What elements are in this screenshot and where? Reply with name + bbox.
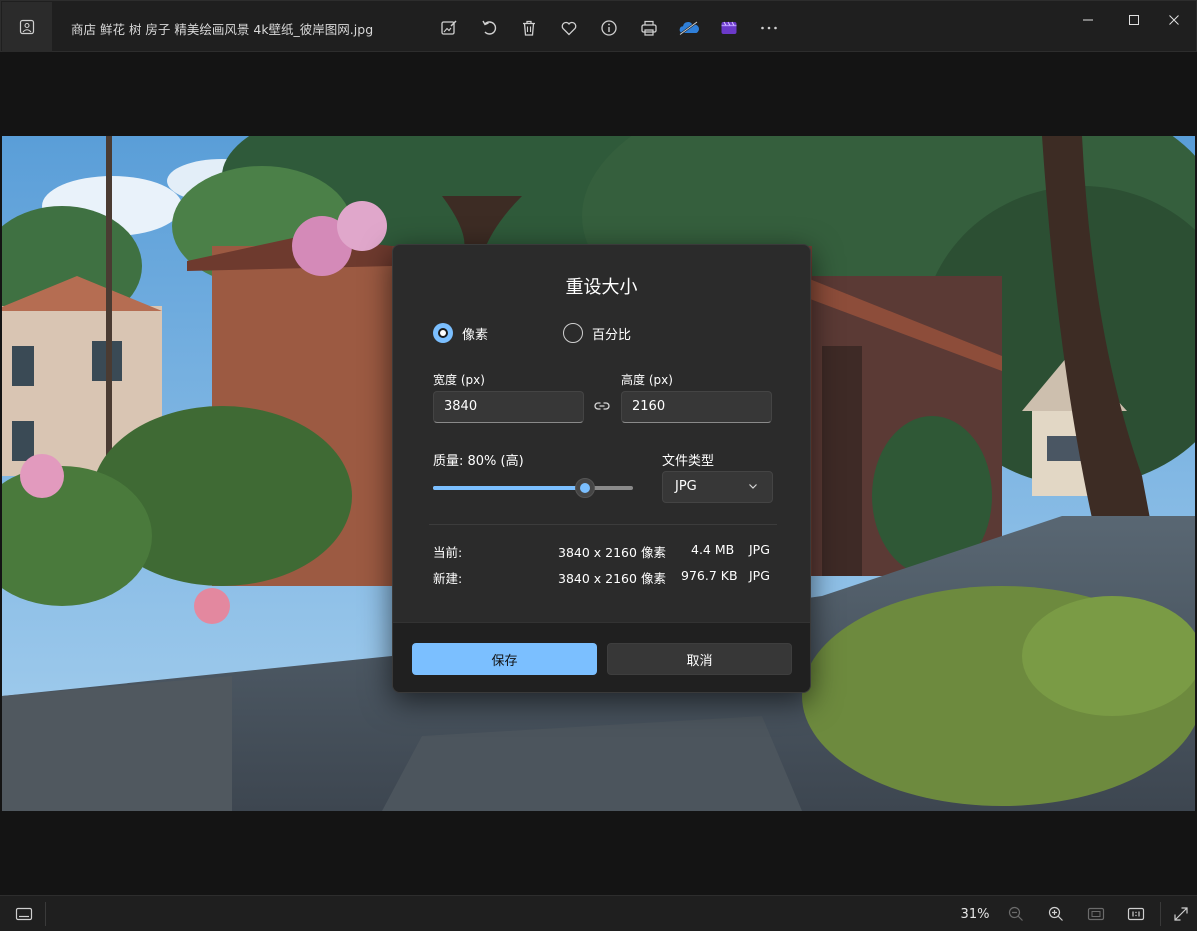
resize-dialog: 重设大小 像素 百分比 宽度 (px) 3840 高度 (px) 2160 质量… <box>392 244 811 693</box>
save-button[interactable]: 保存 <box>412 643 597 675</box>
divider <box>429 524 777 525</box>
onedrive-icon <box>679 21 699 36</box>
height-label: 高度 (px) <box>621 373 673 387</box>
link-aspect-ratio-icon[interactable] <box>594 399 610 413</box>
current-size: 4.4 MB <box>691 542 735 557</box>
edit-image-button[interactable] <box>429 15 469 41</box>
dialog-title: 重设大小 <box>565 277 638 298</box>
quality-slider-thumb[interactable] <box>575 478 595 498</box>
actual-size-button[interactable] <box>1125 905 1147 923</box>
filetype-select[interactable]: JPG <box>662 471 773 503</box>
radio-pixels[interactable]: 像素 <box>433 323 488 343</box>
favorite-heart-icon <box>561 21 577 36</box>
quality-label: 质量: 80% (高) <box>433 454 524 469</box>
delete-icon <box>523 20 535 36</box>
zoom-in-icon <box>1048 906 1063 921</box>
zoom-out-button[interactable] <box>1005 905 1027 923</box>
radio-percent[interactable]: 百分比 <box>563 323 631 343</box>
zoom-level[interactable]: 31% <box>955 905 995 923</box>
minimize-icon <box>1083 19 1093 21</box>
app-icon[interactable] <box>2 2 52 52</box>
zoom-out-icon <box>1008 906 1023 921</box>
width-label: 宽度 (px) <box>433 373 485 387</box>
rotate-button[interactable] <box>469 15 509 41</box>
new-size: 976.7 KB <box>681 568 738 583</box>
print-button[interactable] <box>629 15 669 41</box>
filetype-label: 文件类型 <box>662 454 715 469</box>
delete-button[interactable] <box>509 15 549 41</box>
filmstrip-icon <box>15 907 33 921</box>
rotate-icon <box>482 20 497 35</box>
fullscreen-expand-icon <box>1174 907 1188 921</box>
print-icon <box>641 20 657 36</box>
close-icon <box>1169 15 1179 25</box>
filetype-value: JPG <box>675 479 697 494</box>
toolbar <box>429 15 789 41</box>
filmstrip-toggle-button[interactable] <box>12 905 36 923</box>
dialog-footer: 保存 取消 <box>393 622 810 692</box>
actual-size-icon <box>1127 907 1145 921</box>
clipchamp-button[interactable] <box>709 15 749 41</box>
fullscreen-button[interactable] <box>1170 905 1192 923</box>
quality-slider-fill <box>433 486 585 490</box>
more-icon <box>761 26 777 30</box>
chevron-down-icon <box>749 484 757 489</box>
quality-slider[interactable] <box>433 486 633 490</box>
info-icon <box>601 20 617 36</box>
status-separator <box>1160 902 1161 926</box>
new-label: 新建: <box>433 571 463 586</box>
more-options-button[interactable] <box>749 15 789 41</box>
cancel-button[interactable]: 取消 <box>607 643 792 675</box>
radio-percent-indicator[interactable] <box>563 323 583 343</box>
maximize-icon <box>1129 15 1139 25</box>
fit-window-icon <box>1087 907 1105 921</box>
new-info-row: 新建: 3840 x 2160 像素 976.7 KB JPG <box>433 568 773 586</box>
radio-pixels-indicator[interactable] <box>433 323 453 343</box>
status-bar: 31% <box>0 895 1197 931</box>
radio-percent-label: 百分比 <box>592 327 632 343</box>
zoom-in-button[interactable] <box>1045 905 1067 923</box>
radio-pixels-label: 像素 <box>462 327 489 343</box>
onedrive-button[interactable] <box>669 15 709 41</box>
new-dimensions: 3840 x 2160 像素 <box>558 571 666 586</box>
current-dimensions: 3840 x 2160 像素 <box>558 545 666 560</box>
file-info-button[interactable] <box>589 15 629 41</box>
height-input[interactable]: 2160 <box>621 391 772 423</box>
status-separator <box>45 902 46 926</box>
minimize-button[interactable] <box>1065 9 1111 31</box>
current-info-row: 当前: 3840 x 2160 像素 4.4 MB JPG <box>433 542 773 560</box>
favorite-button[interactable] <box>549 15 589 41</box>
clipchamp-icon <box>721 21 737 34</box>
current-label: 当前: <box>433 545 463 560</box>
fit-to-window-button[interactable] <box>1085 905 1107 923</box>
title-bar: 商店 鲜花 树 房子 精美绘画风景 4k壁纸_彼岸图网.jpg <box>0 0 1197 52</box>
width-input[interactable]: 3840 <box>433 391 584 423</box>
edit-image-icon <box>441 20 457 35</box>
photos-app-icon <box>19 19 35 35</box>
file-name: 商店 鲜花 树 房子 精美绘画风景 4k壁纸_彼岸图网.jpg <box>71 22 374 37</box>
close-window-button[interactable] <box>1151 9 1197 31</box>
new-format: JPG <box>749 568 770 583</box>
current-format: JPG <box>749 542 770 557</box>
